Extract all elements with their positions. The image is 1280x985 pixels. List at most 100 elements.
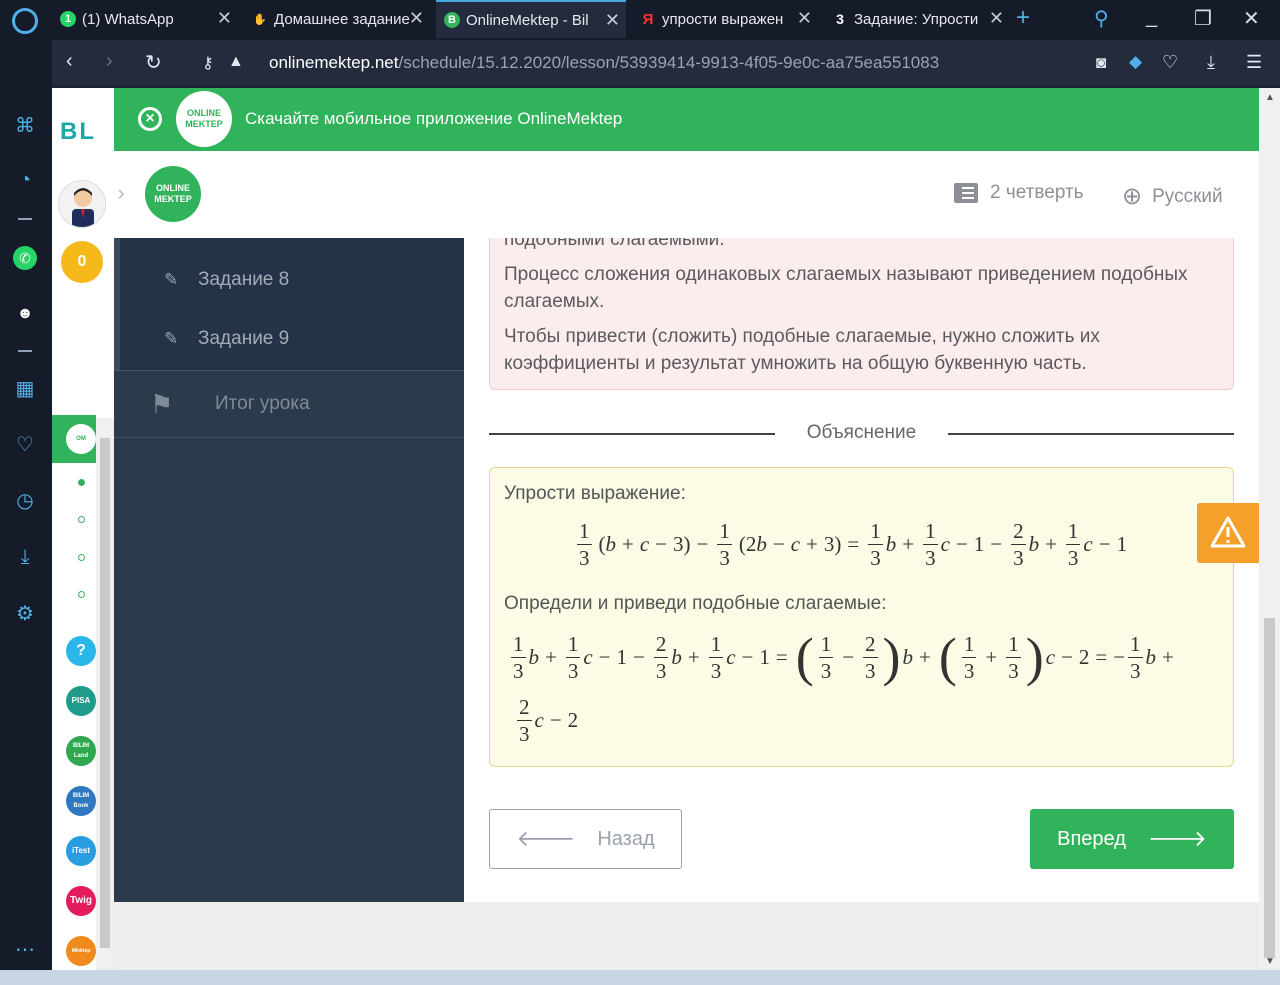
section-title: Объяснение (806, 422, 917, 443)
warning-icon[interactable]: ▲ (228, 53, 244, 71)
tab-homework[interactable]: ✋ Домашнее задание ✕ (244, 0, 430, 38)
close-icon[interactable]: × (138, 107, 162, 131)
heart-icon[interactable]: ♡ (1162, 52, 1178, 73)
arrow-right-icon: 🡒 (1147, 826, 1207, 851)
hand-icon: ✋ (253, 13, 267, 26)
bilimland-app-icon[interactable]: BILIM Land (66, 736, 96, 766)
step-dot[interactable] (78, 516, 85, 523)
tab-znanija[interactable]: 3 Задание: Упрости ✕ (824, 0, 1010, 38)
search-icon[interactable]: ⚲ (1094, 6, 1109, 31)
step-dot[interactable] (78, 591, 85, 598)
more-icon[interactable]: ⋯ (13, 938, 37, 962)
yandex-icon: Я (642, 10, 654, 28)
restore-icon[interactable]: ❐ (1194, 6, 1212, 31)
key-icon[interactable]: ⚷ (202, 53, 214, 73)
back-icon[interactable]: ‹ (66, 50, 73, 73)
section-divider: Объяснение (489, 422, 1234, 446)
onlinemektep-logo[interactable]: ONLINE MEKTEP (145, 166, 201, 222)
step-dot[interactable] (78, 554, 85, 561)
whatsapp-icon: 1 (60, 11, 76, 27)
scroll-thumb[interactable] (1264, 618, 1275, 958)
nav-item-label: Задание 8 (198, 269, 290, 290)
warning-icon (1210, 516, 1246, 548)
step-dot-active[interactable] (78, 479, 85, 486)
app-download-banner: × ONLINE MEKTEP Скачайте мобильное прило… (114, 88, 1259, 151)
flag-icon: ⚑ (150, 389, 174, 419)
language-label: Русский (1152, 185, 1223, 207)
new-tab-icon[interactable]: + (1016, 4, 1030, 32)
back-button[interactable]: 🡐 Назад (489, 809, 682, 869)
speed-dial-icon[interactable]: ◔ (13, 168, 37, 192)
apps-grid-icon[interactable]: ▦ (13, 377, 37, 401)
nav-item-label: Итог урока (215, 393, 310, 414)
bilim-icon: B (444, 12, 460, 28)
back-button-label: Назад (597, 827, 655, 850)
nav-item-summary[interactable]: ⚑ Итог урока (114, 370, 464, 438)
avatar[interactable] (58, 180, 106, 228)
opera-logo-icon[interactable] (12, 8, 38, 34)
heart-icon[interactable]: ♡ (13, 433, 37, 457)
language-selector[interactable]: ⊕ Русский (1122, 182, 1223, 211)
task-group: ✎ Задание 8 ✎ Задание 9 (114, 238, 464, 370)
shield-icon[interactable]: ◆ (1129, 52, 1142, 72)
nav-item-task-9[interactable]: ✎ Задание 9 (164, 328, 289, 350)
chevron-right-icon[interactable]: › (106, 179, 136, 209)
close-icon[interactable]: ✕ (989, 8, 1004, 29)
menu-icon[interactable]: ☰ (1246, 52, 1262, 73)
itest-app-icon[interactable]: iTest (66, 836, 96, 866)
bilimbook-app-icon[interactable]: BILIM Book (66, 786, 96, 816)
edit-icon: ✎ (164, 270, 179, 289)
quarter-selector[interactable]: 2 четверть (954, 182, 1084, 204)
minimize-icon[interactable]: _ (1146, 6, 1157, 29)
scroll-down-icon[interactable]: ▼ (1265, 956, 1275, 967)
imektep-app-icon[interactable]: iMektep (66, 936, 96, 966)
arrow-left-icon: 🡐 (516, 826, 576, 851)
twig-app-icon[interactable]: Twig (66, 886, 96, 916)
download-icon[interactable]: ⤓ (1207, 52, 1215, 73)
discord-icon[interactable]: ☻ (13, 302, 37, 326)
quarter-label: 2 четверть (990, 182, 1084, 203)
close-icon[interactable]: ✕ (605, 10, 620, 31)
onlinemektep-app-icon[interactable]: OM (66, 424, 96, 454)
whatsapp-icon[interactable]: ✆ (13, 246, 37, 270)
help-app-icon[interactable]: ? (66, 636, 96, 666)
tab-whatsapp[interactable]: 1 (1) WhatsApp ✕ (52, 0, 238, 38)
tab-yandex[interactable]: Я упрости выражен ✕ (632, 0, 818, 38)
url-field[interactable]: onlinemektep.net/schedule/15.12.2020/les… (269, 53, 939, 73)
logo-text: ONLINE (186, 108, 221, 118)
gamepad-icon[interactable]: ⌘ (13, 114, 37, 138)
nav-item-task-8[interactable]: ✎ Задание 8 (164, 269, 289, 291)
next-button[interactable]: Вперед 🡒 (1030, 809, 1234, 869)
camera-icon[interactable]: ◙ (1096, 53, 1106, 73)
close-icon[interactable]: ✕ (797, 8, 812, 29)
explanation-box: Упрости выражение: 13 (b + c −3) − 13 (2b − c… (489, 467, 1234, 767)
history-icon[interactable]: ◷ (13, 489, 37, 513)
pisa-app-icon[interactable]: PISA (66, 686, 96, 716)
logo-text: MEKTEP (154, 194, 192, 204)
tab-title: (1) WhatsApp (82, 10, 174, 28)
close-icon[interactable]: ✕ (217, 8, 232, 29)
rule-text: Чтобы привести (сложить) подобные слагае… (504, 326, 1100, 374)
close-window-icon[interactable]: ✕ (1243, 6, 1260, 31)
scroll-thumb[interactable] (100, 438, 110, 948)
logo-text: ONLINE (155, 183, 190, 193)
settings-icon[interactable]: ⚙ (13, 602, 37, 626)
report-error-button[interactable] (1197, 503, 1259, 563)
rule-box: подобными слагаемыми. Процесс сложения о… (489, 238, 1234, 390)
tab-onlinemektep[interactable]: B OnlineMektep - Bil ✕ (436, 0, 626, 38)
banner-text[interactable]: Скачайте мобильное приложение OnlineMekt… (245, 109, 622, 129)
close-icon[interactable]: ✕ (409, 8, 424, 29)
page-scrollbar[interactable]: ▲ ▼ (1259, 88, 1280, 970)
explanation-text: Упрости выражение: (504, 483, 686, 504)
url-path: /schedule/15.12.2020/lesson/53939414-991… (398, 53, 940, 72)
browser-tab-bar: 1 (1) WhatsApp ✕ ✋ Домашнее задание ✕ B … (0, 0, 1280, 40)
forward-icon[interactable]: › (106, 50, 113, 73)
coin-counter[interactable]: 0 (61, 241, 103, 283)
reload-icon[interactable]: ↻ (145, 50, 162, 75)
download-icon[interactable]: ⤓ (13, 545, 37, 569)
bilimland-logo[interactable]: BL (60, 118, 96, 146)
sidebar-scrollbar[interactable] (96, 418, 114, 972)
lesson-content: подобными слагаемыми. Процесс сложения о… (464, 238, 1259, 902)
scroll-up-icon[interactable]: ▲ (1265, 92, 1275, 103)
page-footer-area (114, 902, 1259, 970)
